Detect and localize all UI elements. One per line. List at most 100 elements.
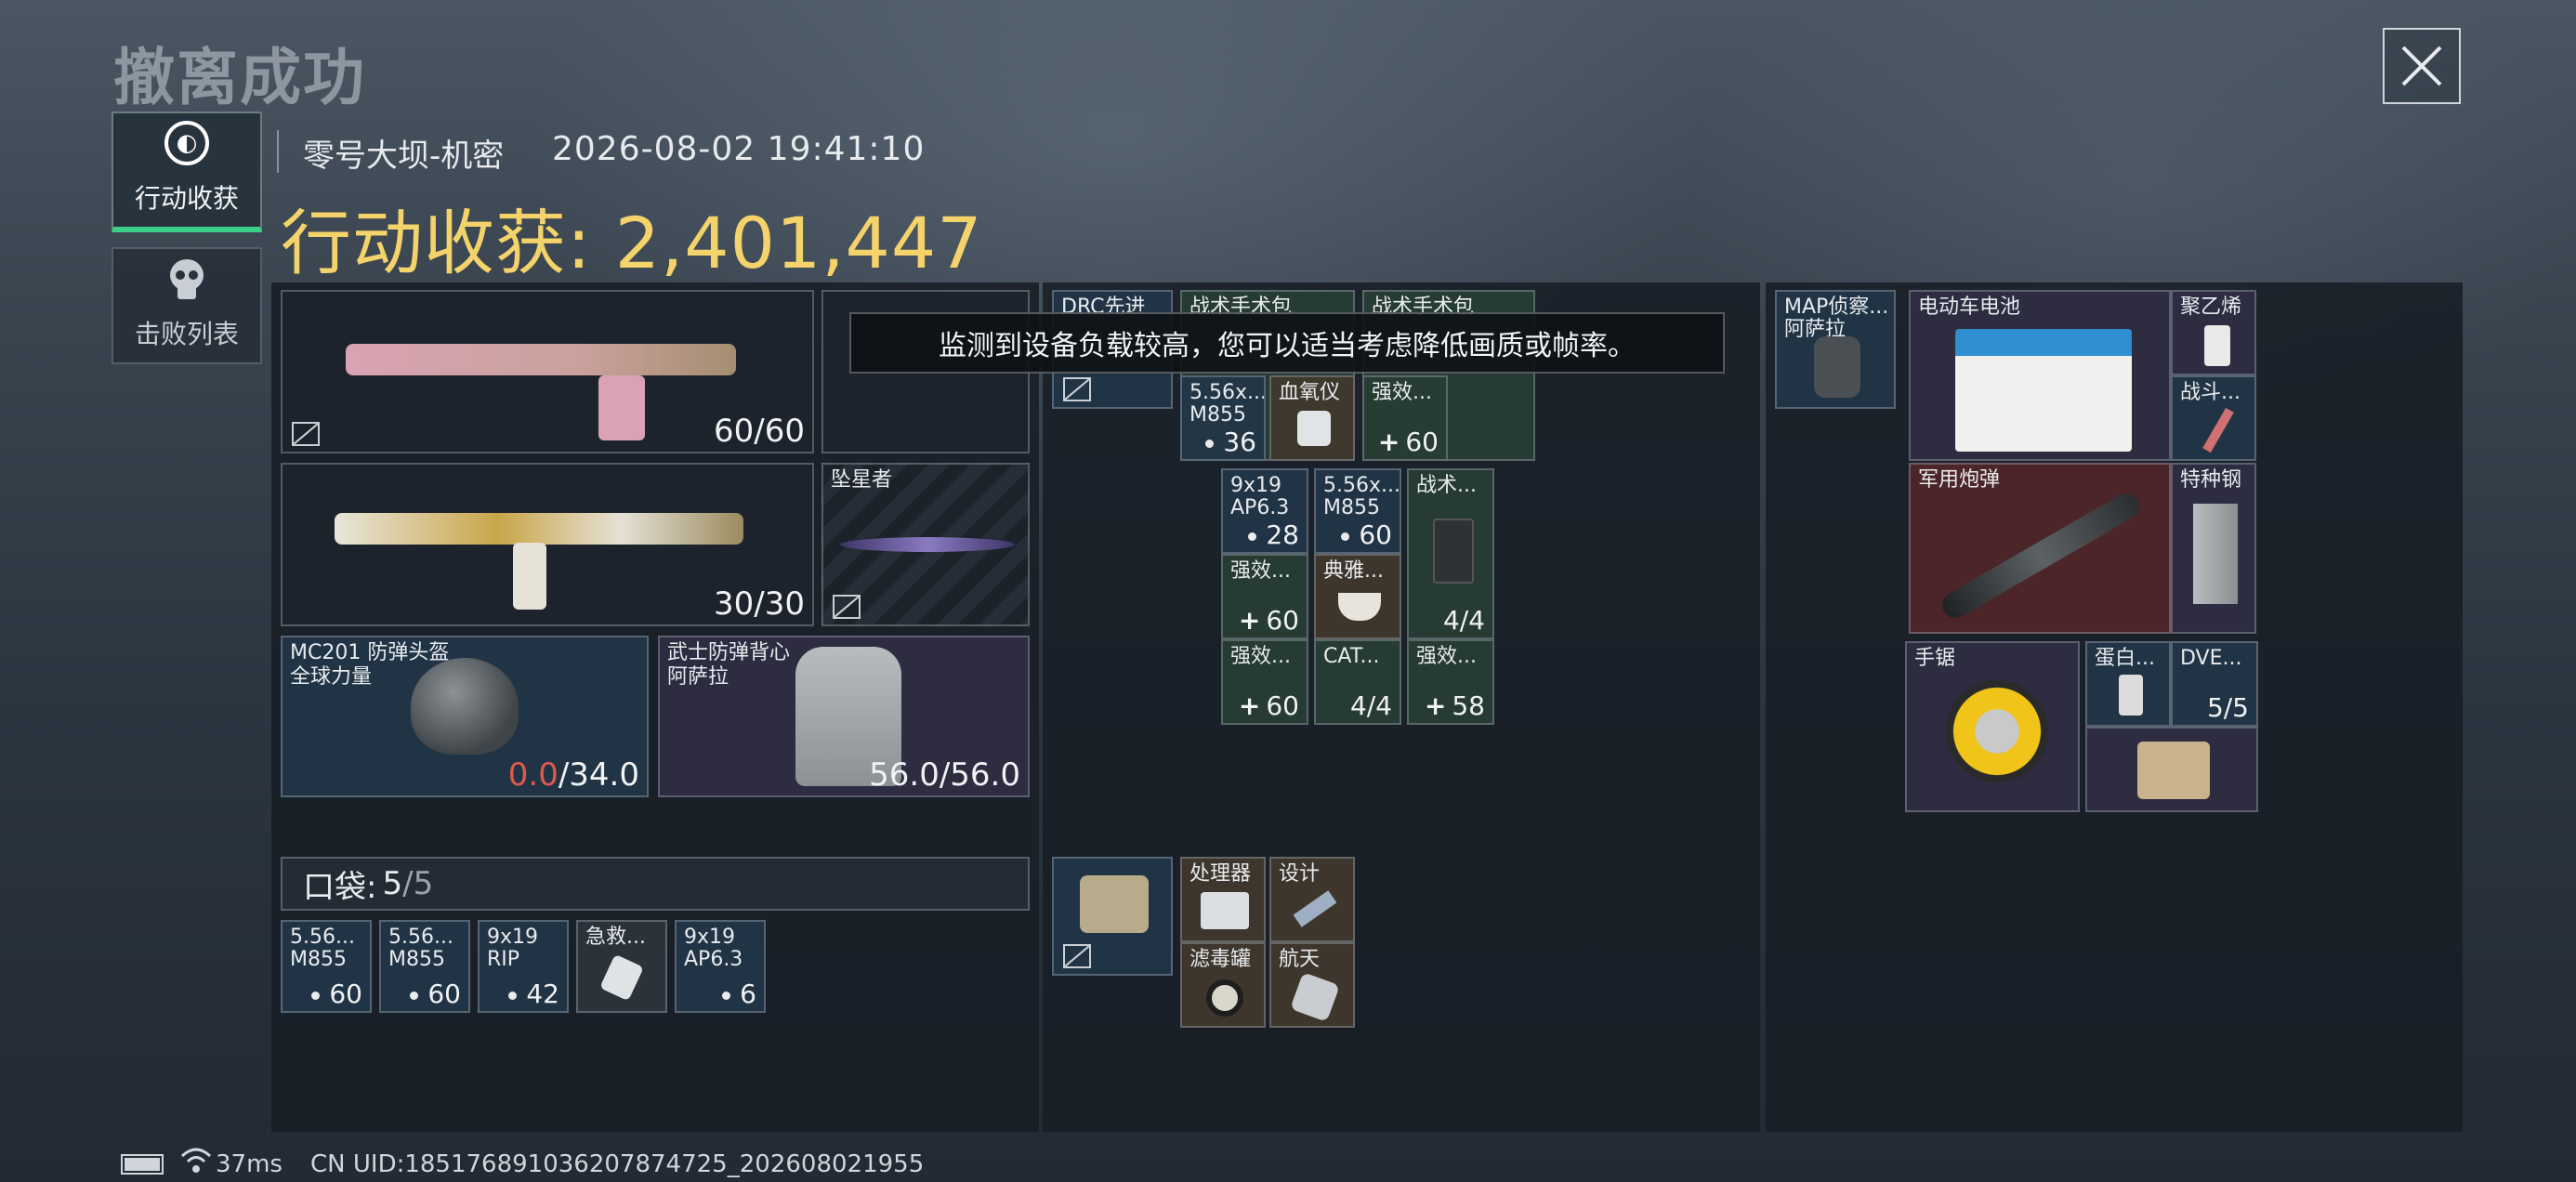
item-name: 航天 xyxy=(1279,948,1321,971)
item-name: 军用炮弹 xyxy=(1918,468,2001,492)
backpack-item[interactable]: 电动车电池 xyxy=(1909,290,2171,461)
tab-kills-label: 击败列表 xyxy=(134,319,239,349)
item-name: 典雅... xyxy=(1323,559,1384,583)
item-count: 42 xyxy=(508,978,559,1009)
durability-current: 0.0 xyxy=(507,756,559,794)
rig-item[interactable]: 强效... +58 xyxy=(1407,639,1494,725)
skull-icon xyxy=(170,259,204,299)
backpack-item[interactable]: DVE... 5/5 xyxy=(2171,641,2258,727)
rig-item[interactable]: 5.56x... M855 60 xyxy=(1314,468,1401,554)
rig-item[interactable]: 强效... +60 xyxy=(1221,639,1308,725)
case-item[interactable]: 航天 xyxy=(1269,942,1355,1028)
unlock-icon xyxy=(1063,944,1091,968)
polyethylene-image xyxy=(2204,325,2230,366)
helmet-image xyxy=(411,658,519,755)
performance-warning-toast: 监测到设备负载较高，您可以适当考虑降低画质或帧率。 xyxy=(849,312,1725,374)
map-name: 零号大坝-机密 xyxy=(303,138,505,175)
ammo-dot-icon xyxy=(508,991,518,1000)
rig-item[interactable]: 血氧仪 xyxy=(1269,375,1355,461)
backpack-item[interactable]: 手锯 xyxy=(1905,641,2080,812)
rig-item[interactable]: 强效... +60 xyxy=(1362,375,1448,461)
timestamp: 2026-08-02 19:41:10 xyxy=(552,130,926,168)
rig-item[interactable]: 强效... +60 xyxy=(1221,554,1308,639)
case-slot[interactable] xyxy=(1052,857,1173,976)
melee-name: 坠星者 xyxy=(831,468,893,492)
pocket-item[interactable]: 9x19 AP6.3 6 xyxy=(675,920,766,1013)
melee-slot[interactable]: 坠星者 xyxy=(821,463,1030,626)
item-count: 36 xyxy=(1205,427,1256,457)
backpack-name: MAP侦察... xyxy=(1784,296,1889,319)
tab-kills[interactable]: 击败列表 xyxy=(112,247,262,364)
helmet-brand: 全球力量 xyxy=(290,665,373,689)
item-sub: RIP xyxy=(487,948,520,971)
helmet-durability: 0.0/34.0 xyxy=(508,756,639,794)
backpack-item[interactable] xyxy=(2085,727,2258,812)
item-count: 4/4 xyxy=(1442,605,1485,636)
item-name: 9x19 xyxy=(684,926,736,949)
armor-name: 武士防弹背心 xyxy=(667,641,791,664)
item-sub: M855 xyxy=(290,948,347,971)
rig-item[interactable]: 战术... 4/4 xyxy=(1407,468,1494,639)
earnings-total: 行动收获: 2,401,447 xyxy=(281,202,983,284)
medkit-image xyxy=(599,953,644,1002)
armor-durability: 56.0/56.0 xyxy=(869,756,1020,794)
primary-weapon-slot[interactable]: 60/60 xyxy=(281,290,814,453)
item-count: 5/5 xyxy=(2206,692,2249,723)
case-item[interactable]: 设计 xyxy=(1269,857,1355,942)
item-name: 电动车电池 xyxy=(1918,296,2021,319)
pocket-item[interactable]: 急救... xyxy=(576,920,667,1013)
pocket-item[interactable]: 5.56... M855 60 xyxy=(379,920,470,1013)
pockets-label: 口袋: xyxy=(303,868,377,906)
helmet-name: MC201 防弹头盔 xyxy=(290,641,450,664)
item-name: 战斗... xyxy=(2180,381,2241,404)
helmet-slot[interactable]: MC201 防弹头盔 全球力量 0.0/34.0 xyxy=(281,636,649,797)
pocket-item[interactable]: 5.56... M855 60 xyxy=(281,920,372,1013)
unlock-icon xyxy=(1063,377,1091,401)
oximeter-image xyxy=(1297,411,1331,446)
magazine-image xyxy=(598,375,645,440)
secondary-weapon-slot[interactable]: 30/30 xyxy=(281,463,814,626)
item-name: 强效... xyxy=(1230,559,1291,583)
tactical-kit-image xyxy=(1433,519,1474,584)
pocket-item[interactable]: 9x19 RIP 42 xyxy=(478,920,569,1013)
item-name: 聚乙烯 xyxy=(2180,296,2242,319)
rig-item[interactable]: 9x19 AP6.3 28 xyxy=(1221,468,1308,554)
backpack-item[interactable]: 特种钢 xyxy=(2171,463,2256,634)
item-name: 滤毒罐 xyxy=(1189,948,1252,971)
backpack-item[interactable]: 聚乙烯 xyxy=(2171,290,2256,375)
rig-item[interactable]: 典雅... xyxy=(1314,554,1401,639)
ammo-dot-icon xyxy=(722,991,731,1000)
ammo-dot-icon xyxy=(1341,532,1350,541)
page-title: 撤离成功 xyxy=(113,42,366,113)
item-count: 60 xyxy=(1341,519,1392,550)
backpack-item[interactable]: 军用炮弹 xyxy=(1909,463,2171,634)
item-name: 强效... xyxy=(1230,645,1291,668)
ammo-dot-icon xyxy=(1205,439,1215,448)
filter-canister-image xyxy=(1206,979,1243,1017)
armor-slot[interactable]: 武士防弹背心 阿萨拉 56.0/56.0 xyxy=(658,636,1030,797)
rig-item[interactable]: 5.56x... M855 36 xyxy=(1180,375,1266,461)
rig-item[interactable]: CAT... 4/4 xyxy=(1314,639,1401,725)
item-count: +60 xyxy=(1238,690,1299,721)
processor-image xyxy=(1201,892,1249,929)
backpack-slot[interactable]: MAP侦察... 阿萨拉 xyxy=(1775,290,1896,409)
plus-icon: + xyxy=(1238,605,1261,636)
backpack-item[interactable]: 蛋白... xyxy=(2085,641,2171,727)
stim-image xyxy=(2202,407,2234,453)
wifi-icon xyxy=(180,1147,212,1181)
close-button[interactable] xyxy=(2383,28,2461,104)
item-count: 60 xyxy=(410,978,461,1009)
item-sub: M855 xyxy=(388,948,445,971)
item-sub: AP6.3 xyxy=(1230,496,1290,519)
item-name: 设计 xyxy=(1279,862,1321,886)
tab-loot[interactable]: ◐ 行动收获 xyxy=(112,112,262,232)
rifle-gold-image xyxy=(335,513,743,545)
backpack-item[interactable]: 战斗... xyxy=(2171,375,2256,461)
case-item[interactable]: 处理器 xyxy=(1180,857,1266,942)
blueprint-image xyxy=(1293,890,1337,927)
unlock-icon xyxy=(833,595,861,619)
item-name: 处理器 xyxy=(1189,862,1252,886)
case-item[interactable]: 滤毒罐 xyxy=(1180,942,1266,1028)
pockets-header: 口袋: 5/5 xyxy=(281,857,1030,911)
item-name: 特种钢 xyxy=(2180,468,2242,492)
